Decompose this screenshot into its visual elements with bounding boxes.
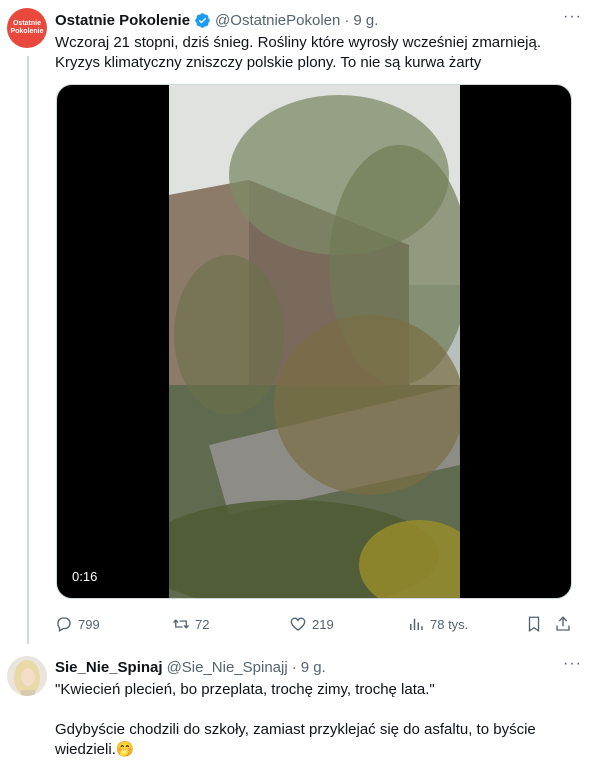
avatar-ostatnie-pokolenie[interactable]: Ostatnie Pokolenie bbox=[7, 8, 47, 48]
share-icon bbox=[556, 616, 570, 631]
reply-text-line3: wiedzieli.🤭 bbox=[55, 741, 135, 758]
avatar-sie-nie-spinaj[interactable] bbox=[7, 656, 47, 696]
share-button[interactable] bbox=[554, 612, 572, 636]
tweet-text-line2: Kryzys klimatyczny zniszczy polskie plon… bbox=[55, 54, 482, 71]
view-count: 78 tys. bbox=[430, 616, 469, 632]
like-count: 219 bbox=[312, 616, 334, 632]
retweet-icon bbox=[173, 619, 189, 629]
views-button[interactable]: 78 tys. bbox=[407, 612, 468, 636]
tweet-timestamp[interactable]: 9 g. bbox=[353, 12, 378, 29]
avatar-text-line2: Pokolenie bbox=[10, 28, 44, 35]
thread-connector-line bbox=[27, 56, 29, 644]
bookmark-button[interactable] bbox=[525, 612, 543, 636]
author-handle[interactable]: @OstatniePokolen bbox=[215, 12, 340, 29]
reply-author-handle[interactable]: @Sie_Nie_Spinajj bbox=[167, 659, 288, 676]
tweet-text-line1: Wczoraj 21 stopni, dziś śnieg. Rośliny k… bbox=[55, 34, 542, 51]
heart-icon bbox=[290, 617, 306, 631]
views-chart-icon bbox=[410, 618, 423, 630]
video-frame bbox=[169, 85, 460, 598]
avatar-photo bbox=[7, 656, 47, 696]
tweet-header: Ostatnie Pokolenie @OstatniePokolen · 9 … bbox=[55, 10, 592, 30]
reply-button[interactable]: 799 bbox=[55, 612, 100, 636]
retweet-count: 72 bbox=[195, 616, 210, 632]
reply-text-line2: Gdybyście chodzili do szkoły, zamiast pr… bbox=[55, 721, 536, 738]
tweet-text: Wczoraj 21 stopni, dziś śnieg. Rośliny k… bbox=[55, 33, 585, 73]
reply-text: "Kwiecień plecień, bo przeplata, trochę … bbox=[55, 680, 590, 760]
verified-badge-icon bbox=[195, 12, 210, 28]
reply-dot-separator: · bbox=[291, 658, 297, 676]
like-button[interactable]: 219 bbox=[289, 612, 334, 636]
reply-count: 799 bbox=[78, 616, 100, 632]
more-options-button[interactable]: ··· bbox=[563, 8, 582, 26]
reply-header: Sie_Nie_Spinaj @Sie_Nie_Spinajj · 9 g. bbox=[55, 657, 326, 677]
avatar-text-line1: Ostatnie bbox=[12, 20, 41, 27]
bookmark-icon bbox=[528, 616, 540, 633]
tweet-actions: 799 72 219 78 tys. bbox=[55, 612, 575, 636]
author-name[interactable]: Ostatnie Pokolenie bbox=[55, 12, 190, 29]
reply-icon bbox=[57, 617, 71, 632]
retweet-button[interactable]: 72 bbox=[172, 612, 209, 636]
reply-more-options-button[interactable]: ··· bbox=[563, 655, 582, 673]
reply-text-line1: "Kwiecień plecień, bo przeplata, trochę … bbox=[55, 681, 435, 698]
dot-separator: · bbox=[344, 11, 350, 29]
video-player[interactable]: 0:16 bbox=[56, 84, 572, 599]
video-duration: 0:16 bbox=[72, 569, 98, 584]
reply-author-name[interactable]: Sie_Nie_Spinaj bbox=[55, 659, 163, 676]
reply-timestamp[interactable]: 9 g. bbox=[301, 659, 326, 676]
